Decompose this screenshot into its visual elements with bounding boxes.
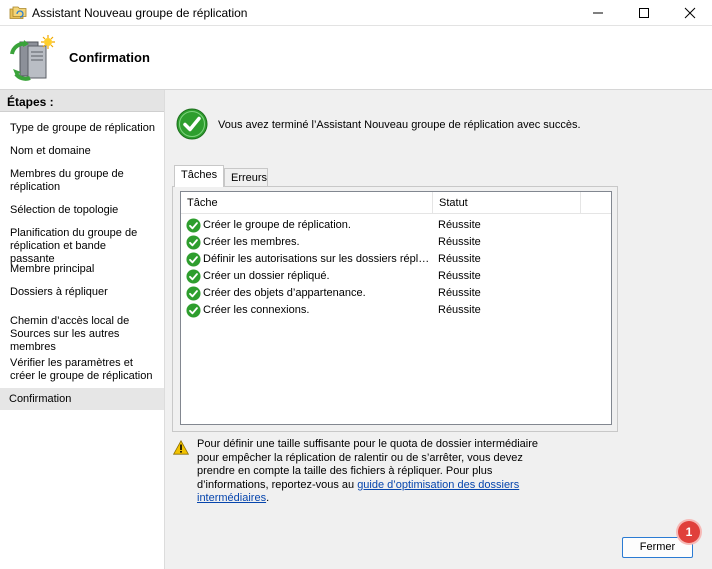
success-check-icon xyxy=(186,303,201,318)
column-header-tache[interactable]: Tâche xyxy=(181,192,433,214)
step-chemin-acces: Chemin d’accès local de Sources sur les … xyxy=(10,315,130,353)
task-cell: Créer les membres. xyxy=(203,236,300,248)
page-title: Confirmation xyxy=(69,50,150,65)
task-cell: Créer des objets d’appartenance. xyxy=(203,287,366,299)
success-check-icon xyxy=(186,218,201,233)
table-row[interactable]: Créer des objets d’appartenance. Réussit… xyxy=(181,285,611,302)
task-cell: Définir les autorisations sur les dossie… xyxy=(203,253,431,265)
status-cell: Réussite xyxy=(438,253,481,265)
task-cell: Créer les connexions. xyxy=(203,304,310,316)
maximize-button[interactable] xyxy=(621,0,667,26)
step-planification: Planification du groupe de réplication e… xyxy=(10,227,138,265)
warning-message: Pour définir une taille suffisante pour … xyxy=(197,438,557,506)
maximize-icon xyxy=(639,8,649,18)
tab-taches[interactable]: Tâches xyxy=(174,165,224,187)
step-nom-domaine: Nom et domaine xyxy=(10,145,91,157)
wizard-header: Confirmation xyxy=(0,26,712,90)
step-type-groupe: Type de groupe de réplication xyxy=(10,122,155,134)
success-check-icon xyxy=(186,269,201,284)
replication-folder-icon xyxy=(9,5,27,21)
step-confirmation: Confirmation xyxy=(0,388,164,410)
step-dossiers: Dossiers à répliquer xyxy=(10,286,108,298)
table-row[interactable]: Créer un dossier répliqué. Réussite xyxy=(181,268,611,285)
step-membres: Membres du groupe de réplication xyxy=(10,168,124,193)
task-list[interactable]: Tâche Statut Créer le groupe de réplicat… xyxy=(180,191,612,425)
list-header: Tâche Statut xyxy=(181,192,611,214)
table-row[interactable]: Définir les autorisations sur les dossie… xyxy=(181,251,611,268)
server-replication-icon xyxy=(8,34,56,82)
minimize-button[interactable] xyxy=(575,0,621,26)
success-message: Vous avez terminé l’Assistant Nouveau gr… xyxy=(218,119,581,131)
success-check-icon xyxy=(176,108,208,140)
steps-heading: Étapes : xyxy=(0,90,164,112)
table-row[interactable]: Créer les connexions. Réussite xyxy=(181,302,611,319)
close-icon xyxy=(684,7,696,19)
step-badge: 1 xyxy=(678,521,700,543)
column-header-statut[interactable]: Statut xyxy=(433,192,581,214)
warning-suffix: . xyxy=(266,492,270,504)
tab-erreurs[interactable]: Erreurs xyxy=(224,168,268,188)
minimize-icon xyxy=(593,12,603,14)
success-check-icon xyxy=(186,235,201,250)
success-check-icon xyxy=(186,252,201,267)
status-cell: Réussite xyxy=(438,304,481,316)
close-window-button[interactable] xyxy=(667,0,712,26)
title-bar: Assistant Nouveau groupe de réplication xyxy=(0,0,712,26)
status-cell: Réussite xyxy=(438,219,481,231)
task-cell: Créer le groupe de réplication. xyxy=(203,219,351,231)
step-topologie: Sélection de topologie xyxy=(10,204,119,216)
step-membre-principal: Membre principal xyxy=(10,263,95,275)
status-cell: Réussite xyxy=(438,270,481,282)
step-verifier: Vérifier les paramètres et créer le grou… xyxy=(10,357,153,382)
table-row[interactable]: Créer les membres. Réussite xyxy=(181,234,611,251)
table-row[interactable]: Créer le groupe de réplication. Réussite xyxy=(181,217,611,234)
status-cell: Réussite xyxy=(438,236,481,248)
warning-icon xyxy=(172,439,190,455)
success-check-icon xyxy=(186,286,201,301)
task-cell: Créer un dossier répliqué. xyxy=(203,270,330,282)
window-title: Assistant Nouveau groupe de réplication xyxy=(32,6,248,20)
steps-sidebar: Étapes : Type de groupe de réplication N… xyxy=(0,90,165,569)
status-cell: Réussite xyxy=(438,287,481,299)
